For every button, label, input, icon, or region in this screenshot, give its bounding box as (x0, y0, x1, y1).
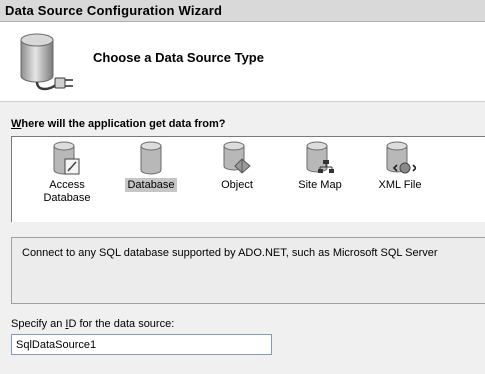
type-access-database[interactable]: Access Database (32, 137, 102, 221)
type-label-line1: Access (49, 179, 85, 191)
type-object[interactable]: Object (202, 137, 272, 221)
type-site-map[interactable]: Site Map (285, 137, 355, 221)
window-title: Data Source Configuration Wizard (5, 3, 223, 18)
source-question-label: Where will the application get data from… (11, 118, 226, 130)
type-label-line1: Site Map (298, 179, 342, 191)
description-panel: Connect to any SQL database supported by… (11, 237, 485, 304)
data-source-id-input[interactable] (11, 334, 272, 355)
wizard-body: Where will the application get data from… (0, 102, 485, 374)
type-label-line2: Database (43, 192, 91, 204)
id-label-after: D for the data source: (68, 318, 175, 330)
site-map-icon (306, 141, 334, 173)
access-database-icon (53, 141, 80, 175)
id-label-before: Specify an (11, 318, 66, 330)
question-text: here will the application get data from? (21, 118, 226, 130)
description-text: Connect to any SQL database supported by… (22, 247, 438, 259)
type-label-line1: Database (125, 178, 177, 192)
type-database[interactable]: Database (116, 137, 186, 221)
id-field-label: Specify an ID for the data source: (11, 318, 174, 330)
object-icon (223, 141, 251, 174)
database-icon (140, 141, 162, 175)
wizard-header: Choose a Data Source Type (0, 22, 485, 102)
type-xml-file[interactable]: XML File (365, 137, 435, 221)
type-label-line1: XML File (378, 179, 422, 191)
type-label-line1: Object (221, 179, 253, 191)
xml-file-icon (386, 141, 416, 174)
question-access-key: W (11, 118, 22, 130)
data-source-type-list[interactable]: Access Database Database Object Site Map… (11, 136, 485, 222)
title-bar: Data Source Configuration Wizard (0, 0, 485, 22)
page-title: Choose a Data Source Type (93, 50, 264, 65)
database-plug-icon (20, 33, 73, 91)
